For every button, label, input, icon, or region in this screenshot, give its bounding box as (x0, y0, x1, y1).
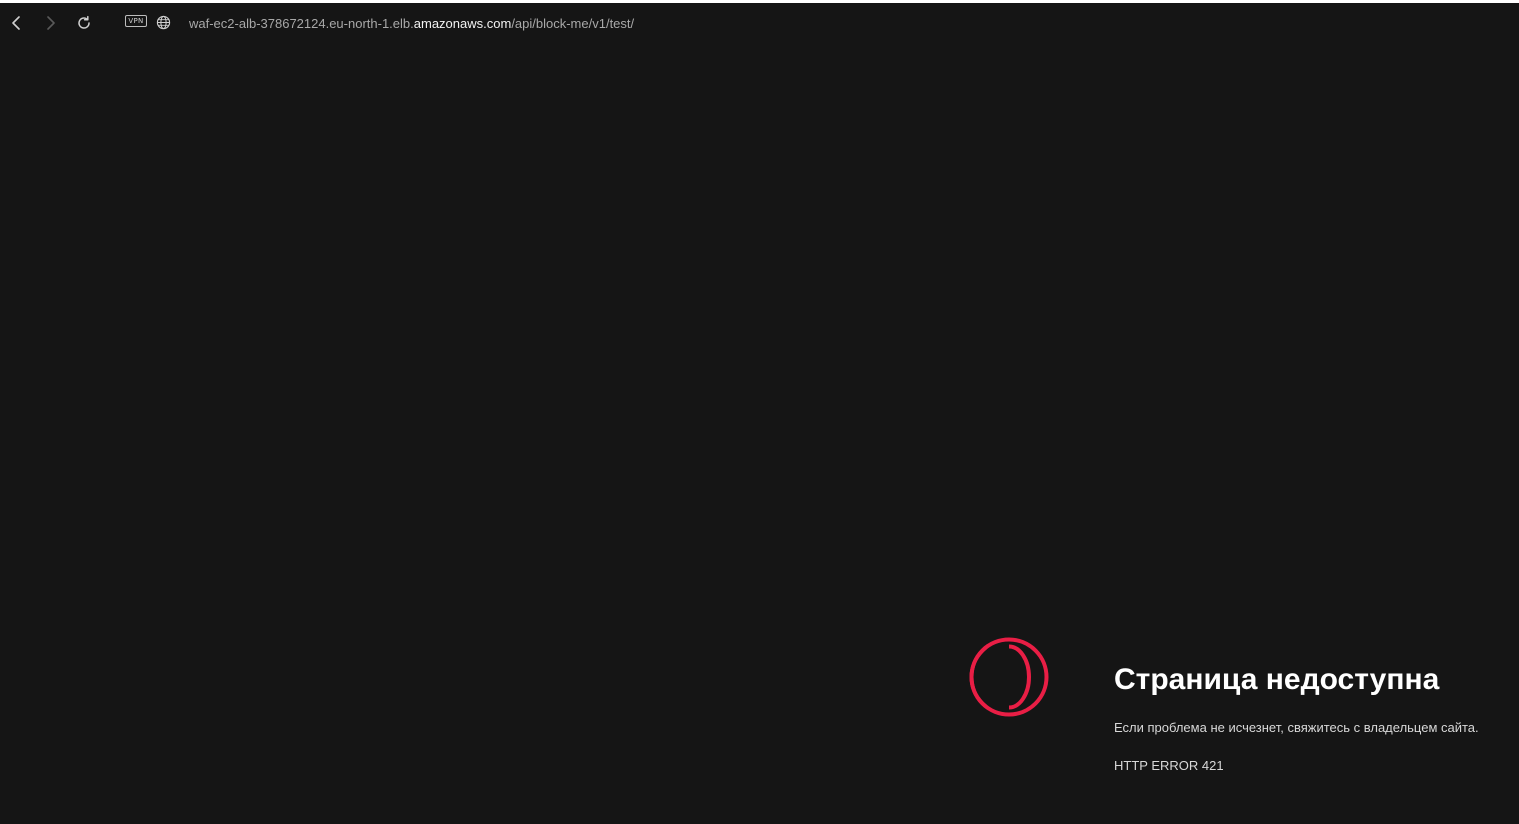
url-path: /api/block-me/v1/test/ (511, 16, 635, 31)
globe-icon[interactable] (156, 15, 171, 30)
back-button[interactable] (5, 11, 29, 35)
error-page: Страница недоступна Если проблема не исч… (968, 636, 1508, 796)
address-bar-url[interactable]: waf-ec2-alb-378672124.eu-north-1.elb.ama… (189, 16, 634, 32)
reload-icon (78, 15, 90, 29)
error-code: HTTP ERROR 421 (1114, 758, 1224, 773)
url-host: amazonaws.com (413, 16, 512, 31)
forward-button[interactable] (38, 11, 62, 35)
back-arrow-icon (12, 16, 20, 30)
vpn-badge[interactable]: VPN (125, 15, 147, 27)
error-title: Страница недоступна (1114, 663, 1440, 696)
url-prefix: waf-ec2-alb-378672124.eu-north-1.elb. (189, 16, 414, 31)
error-description: Если проблема не исчезнет, свяжитесь с в… (1114, 720, 1479, 735)
reload-button[interactable] (72, 11, 96, 35)
opera-logo-icon (969, 636, 1049, 718)
forward-arrow-icon (47, 16, 55, 30)
address-toolbar: VPN waf-ec2-alb-378672124.eu-north-1.elb… (0, 3, 1519, 43)
